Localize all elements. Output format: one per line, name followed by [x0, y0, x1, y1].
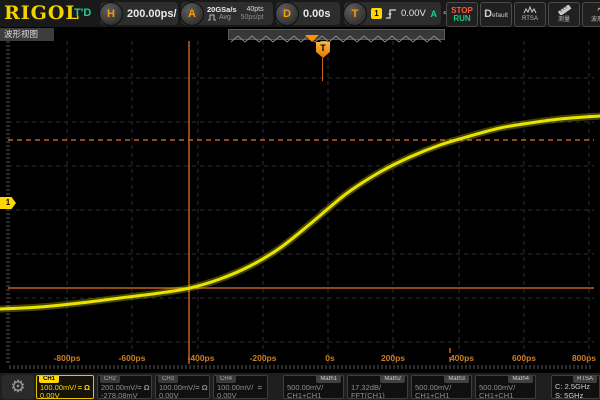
- time-axis-label: 600ps: [512, 353, 536, 363]
- time-axis-label: -400ps: [188, 353, 215, 363]
- trigger-knob[interactable]: T: [343, 2, 367, 26]
- trigger-sweep-mode: A: [431, 9, 438, 19]
- math4-tab[interactable]: Math4: [508, 376, 533, 383]
- horizontal-knob[interactable]: H: [99, 2, 123, 26]
- math1-panel[interactable]: Math1 500.00mV/ CH1+CH1: [283, 375, 344, 399]
- time-axis-label: -200ps: [250, 353, 277, 363]
- rtsa-label: RTSA: [522, 15, 538, 23]
- ch4-panel[interactable]: CH4 100.00mV/ = 0.00V: [213, 375, 268, 399]
- waveform-draw-button[interactable]: ∿+ 波形绘制: [582, 2, 600, 27]
- trigger-position-stem: [322, 58, 323, 81]
- ch4-coupling-icon: =: [258, 384, 262, 392]
- trigger-group[interactable]: T 1 0.00V A: [344, 2, 441, 25]
- ch3-impedance-icon: Ω: [202, 384, 208, 392]
- rtsa-panel[interactable]: RTSA C: 2.5GHz S: 5GHz: [551, 375, 600, 399]
- ch1-offset: 0.00V: [40, 392, 90, 399]
- time-axis-label: 400ps: [450, 353, 474, 363]
- default-button[interactable]: Default: [480, 2, 512, 27]
- ruler-icon: [556, 5, 572, 15]
- acquisition-knob[interactable]: A: [180, 2, 204, 26]
- measure-button[interactable]: 测量: [548, 2, 580, 27]
- sample-resolution: 50ps/pt: [241, 14, 264, 22]
- trigger-status: T'D: [74, 7, 91, 19]
- pulse-icon: [207, 14, 217, 21]
- math3-expression: CH1+CH1: [415, 392, 468, 399]
- ch1-panel[interactable]: CH1 100.00mV/ =Ω 0.00V: [36, 375, 94, 399]
- math4-expression: CH1+CH1: [479, 392, 532, 399]
- time-axis-label: 0s: [325, 353, 335, 363]
- ch2-panel[interactable]: CH2 200.00mV/ =Ω -278.08mV: [97, 375, 152, 399]
- ch1-impedance-icon: Ω: [84, 384, 90, 392]
- ch3-tab[interactable]: CH3: [158, 376, 178, 383]
- ch1-tab[interactable]: CH1: [39, 376, 59, 383]
- ch1-waveform: [0, 116, 600, 309]
- ch1-coupling-icon: =: [78, 384, 82, 392]
- horizontal-group[interactable]: H 200.00ps/: [100, 2, 178, 25]
- ch2-offset: -278.08mV: [101, 392, 148, 399]
- ch4-tab[interactable]: CH4: [216, 376, 236, 383]
- sample-rate: 20GSa/s: [207, 6, 237, 14]
- time-axis-label: 800ps: [572, 353, 596, 363]
- ch1-waveform-glow: [0, 116, 600, 309]
- settings-gear-button[interactable]: ⚙: [2, 375, 34, 399]
- rtsa-span: S: 5GHz: [555, 392, 596, 399]
- math2-expression: FFT(CH1): [351, 392, 404, 399]
- rtsa-button[interactable]: RTSA: [514, 2, 546, 27]
- draw-label: 波形绘制: [591, 16, 600, 24]
- math1-tab[interactable]: Math1: [316, 376, 341, 383]
- trigger-source-badge: 1: [371, 8, 382, 19]
- ch2-tab[interactable]: CH2: [100, 376, 120, 383]
- ch4-offset: 0.00V: [217, 392, 264, 399]
- math3-tab[interactable]: Math3: [444, 376, 469, 383]
- default-label-big: D: [484, 8, 492, 20]
- run-label: RUN: [453, 15, 470, 23]
- math3-panel[interactable]: Math3 500.00mV/ CH1+CH1: [411, 375, 472, 399]
- bottom-status-bar: ⚙ CH1 100.00mV/ =Ω 0.00V CH2 200.00mV/ =…: [0, 372, 600, 400]
- ch3-coupling-icon: =: [195, 384, 199, 392]
- time-axis-label: -800ps: [54, 353, 81, 363]
- ch3-offset: 0.00V: [159, 392, 206, 399]
- rtsa-center-freq: C: 2.5GHz: [555, 383, 590, 391]
- default-label-small: efault: [492, 12, 508, 19]
- acquisition-group[interactable]: A 20GSa/s Avg 40pts 50ps/pt: [181, 2, 273, 25]
- top-toolbar: RIGOL T'D H 200.00ps/ A 20GSa/s Avg 40pt…: [0, 0, 600, 28]
- ch2-coupling-icon: =: [137, 384, 141, 392]
- ch2-impedance-icon: Ω: [144, 384, 150, 392]
- time-axis-label: -600ps: [119, 353, 146, 363]
- graticule-svg[interactable]: -800ps -600ps -400ps -200ps 0s 200ps 400ps 600p…: [0, 28, 600, 372]
- time-axis-label: 200ps: [381, 353, 405, 363]
- timebase-value: 200.00ps/: [127, 8, 177, 20]
- math2-tab[interactable]: Math2: [380, 376, 405, 383]
- delay-value: 0.00s: [303, 8, 331, 20]
- math1-expression: CH1+CH1: [287, 392, 340, 399]
- trigger-level-value: 0.00V: [401, 8, 426, 19]
- spectrum-icon: [523, 6, 537, 14]
- memory-points: 40pts: [241, 6, 264, 14]
- bottom-ruler: [10, 365, 590, 369]
- wave-plus-icon: ∿+: [597, 6, 600, 15]
- rigol-logo: RIGOL: [4, 2, 80, 24]
- ch3-panel[interactable]: CH3 100.00mV/ =Ω 0.00V: [155, 375, 210, 399]
- math4-panel[interactable]: Math4 500.00mV/ CH1+CH1: [475, 375, 536, 399]
- oscilloscope-screen: RIGOL T'D H 200.00ps/ A 20GSa/s Avg 40pt…: [0, 0, 600, 400]
- stop-run-button[interactable]: STOP RUN: [446, 2, 478, 27]
- delay-group[interactable]: D 0.00s: [276, 2, 340, 25]
- measure-label: 测量: [558, 16, 570, 24]
- acq-mode: Avg: [219, 14, 231, 22]
- delay-knob[interactable]: D: [275, 2, 299, 26]
- rising-edge-icon: [385, 8, 397, 20]
- math2-panel[interactable]: Math2 17.32dB/ FFT(CH1): [347, 375, 408, 399]
